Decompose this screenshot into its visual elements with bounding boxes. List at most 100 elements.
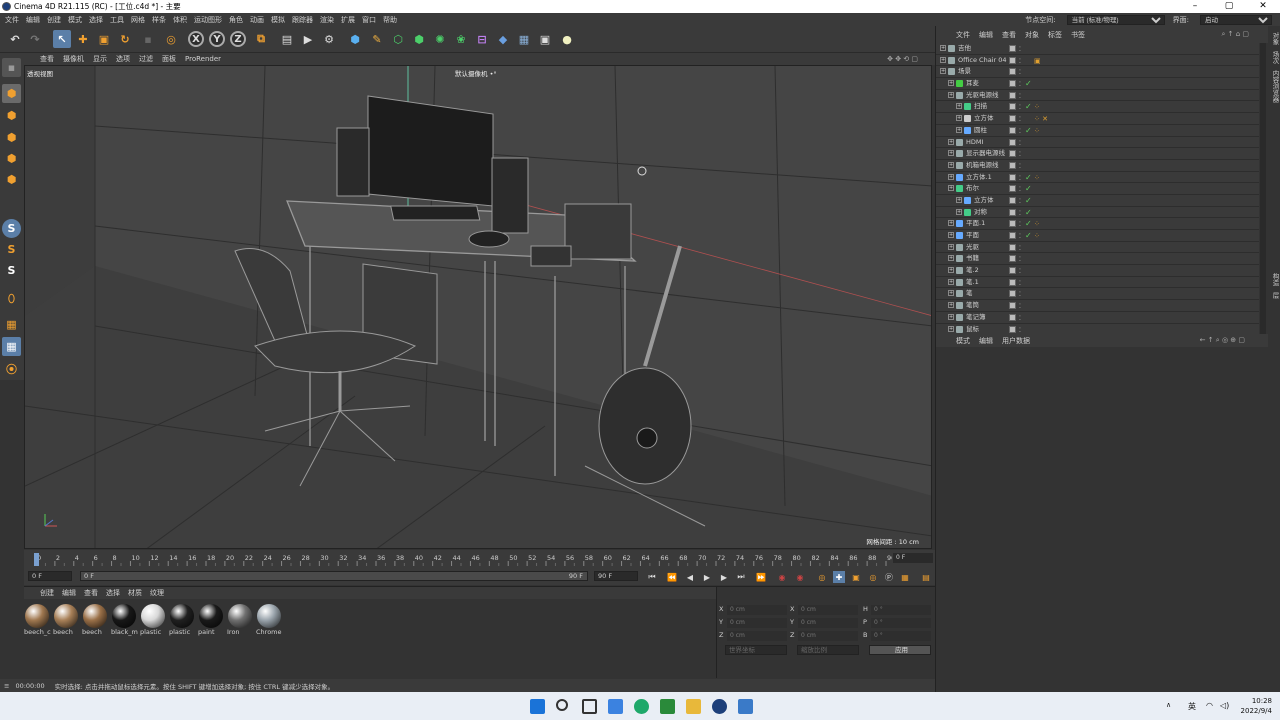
object-tag-icon[interactable]: ⁘ ✕ — [1034, 114, 1048, 125]
object-row[interactable]: + 场景 ⁚ — [936, 66, 1259, 79]
visibility-dots-icon[interactable]: ⁚ — [1019, 102, 1021, 113]
layer-toggle-icon[interactable] — [1009, 302, 1016, 310]
material-menu-select[interactable]: 选择 — [106, 588, 120, 598]
model-mode-icon[interactable]: ⬢ — [2, 84, 21, 103]
maximize-button[interactable]: ▢ — [1212, 0, 1246, 13]
pla-key-icon[interactable]: ▦ — [899, 571, 911, 583]
material-menu-material[interactable]: 材质 — [128, 588, 142, 598]
viewport-menu-panel[interactable]: 面板 — [162, 54, 176, 64]
app-icon[interactable] — [660, 699, 675, 714]
cinema4d-taskbar-icon[interactable] — [712, 699, 727, 714]
polygons-mode-icon[interactable]: ⬢ — [2, 170, 21, 189]
position-key-icon[interactable]: ✚ — [833, 571, 845, 583]
visibility-dots-icon[interactable]: ⁚ — [1019, 173, 1021, 184]
layer-toggle-icon[interactable] — [1009, 56, 1016, 64]
side-tab-layers[interactable]: 层 — [1270, 292, 1280, 299]
timeline-ruler[interactable]: 0 2 4 6 8 10 12 14 16 18 20 22 24 26 28 30 32 34 36 38 40 42 4… — [24, 550, 935, 568]
visibility-dots-icon[interactable]: ⁚ — [1019, 56, 1021, 67]
undo-icon[interactable]: ↶ — [6, 30, 24, 48]
visibility-dots-icon[interactable]: ⁚ — [1019, 161, 1021, 172]
enabled-check-icon[interactable]: ✓ — [1025, 125, 1032, 136]
expand-toggle-icon[interactable]: + — [948, 80, 954, 87]
material-menu-texture[interactable]: 纹理 — [150, 588, 164, 598]
expand-toggle-icon[interactable]: + — [956, 103, 962, 110]
object-list-scrollbar[interactable] — [1260, 43, 1266, 334]
visibility-dots-icon[interactable]: ⁚ — [1019, 289, 1021, 300]
layer-toggle-icon[interactable] — [1009, 278, 1016, 286]
expand-toggle-icon[interactable]: + — [956, 208, 962, 215]
viewport-nav-icons[interactable]: ✥ ✥ ⟲ ▢ — [887, 55, 918, 63]
menu-spline[interactable]: 样条 — [152, 15, 166, 25]
expand-toggle-icon[interactable]: + — [948, 290, 954, 297]
camera-icon[interactable]: ▣ — [536, 30, 554, 48]
expand-toggle-icon[interactable]: + — [940, 68, 946, 75]
previous-frame-icon[interactable]: ◀ — [684, 571, 696, 583]
coordinate-value-field[interactable]: 0 cm — [727, 605, 787, 615]
object-row[interactable]: + 对称 ⁚ ✓ — [936, 206, 1259, 219]
visibility-dots-icon[interactable]: ⁚ — [1019, 208, 1021, 219]
attribute-menu-user-data[interactable]: 用户数据 — [1002, 336, 1030, 346]
input-language[interactable]: 英 — [1188, 701, 1196, 712]
object-name[interactable]: 笔记簿 — [966, 312, 986, 323]
expand-toggle-icon[interactable]: + — [948, 220, 954, 227]
cloner-icon[interactable]: ✺ — [431, 30, 449, 48]
recent-tools-icon[interactable]: ▪ — [139, 30, 157, 48]
layer-toggle-icon[interactable] — [1009, 196, 1016, 204]
attribute-menu-mode[interactable]: 模式 — [956, 336, 970, 346]
extrude-icon[interactable]: ⬢ — [410, 30, 428, 48]
object-name[interactable]: 笔.2 — [966, 265, 979, 276]
layer-toggle-icon[interactable] — [1009, 161, 1016, 169]
layer-toggle-icon[interactable] — [1009, 208, 1016, 216]
search-icon[interactable] — [556, 699, 568, 711]
layer-toggle-icon[interactable] — [1009, 91, 1016, 99]
object-row[interactable]: + 立方体 ⁚ ⁘ ✕ — [936, 113, 1259, 125]
expand-toggle-icon[interactable]: + — [956, 196, 962, 203]
enabled-check-icon[interactable]: ✓ — [1025, 195, 1032, 206]
expand-toggle-icon[interactable]: + — [940, 45, 946, 51]
menu-help[interactable]: 帮助 — [383, 15, 397, 25]
redo-icon[interactable]: ↷ — [26, 30, 44, 48]
object-row[interactable]: + 扫描 ⁚ ✓ ⁘ — [936, 101, 1259, 114]
axis-lock-icon[interactable]: ⦿ — [2, 359, 21, 378]
expand-toggle-icon[interactable]: + — [948, 91, 954, 98]
menu-extensions[interactable]: 扩展 — [341, 15, 355, 25]
expand-toggle-icon[interactable]: + — [948, 243, 954, 250]
object-tag-icon[interactable]: ▣ — [1034, 56, 1041, 67]
material-swatch[interactable]: beech — [53, 604, 81, 636]
object-tag-icon[interactable]: ⁘ — [1034, 173, 1040, 184]
visibility-dots-icon[interactable]: ⁚ — [1019, 126, 1021, 137]
viewport-menu-options[interactable]: 选项 — [116, 54, 130, 64]
y-axis-icon[interactable]: Y — [209, 31, 225, 47]
quantize-icon[interactable]: S — [2, 261, 21, 280]
grid-snap-icon[interactable]: ▦ — [2, 337, 21, 356]
cube-icon[interactable]: ⬢ — [346, 30, 364, 48]
object-list[interactable]: + 吉他 ⁚ + Office Chair 04 ⁚ ▣ + 场景 ⁚ + 耳麦 ⁚ ✓ + 光驱电源线 ⁚ + 扫… — [936, 43, 1259, 334]
layer-toggle-icon[interactable] — [1009, 115, 1016, 123]
expand-toggle-icon[interactable]: + — [948, 150, 954, 157]
coordinate-value-field[interactable]: 0 cm — [727, 618, 787, 628]
object-row[interactable]: + 笔.2 ⁚ — [936, 265, 1259, 277]
visibility-dots-icon[interactable]: ⁚ — [1019, 138, 1021, 149]
workplane-icon[interactable]: ⬯ — [2, 289, 21, 308]
enabled-check-icon[interactable]: ✓ — [1025, 78, 1032, 89]
object-name[interactable]: 立方体.1 — [966, 172, 992, 183]
edge-browser-icon[interactable] — [634, 699, 649, 714]
object-row[interactable]: + 耳麦 ⁚ ✓ — [936, 78, 1259, 90]
object-search-icons[interactable]: ⌕ ↑ ⌂ ▢ — [1221, 30, 1249, 39]
visibility-dots-icon[interactable]: ⁚ — [1019, 325, 1021, 335]
menu-animate[interactable]: 动画 — [250, 15, 264, 25]
object-menu-edit[interactable]: 编辑 — [979, 30, 993, 40]
visibility-dots-icon[interactable]: ⁚ — [1019, 184, 1021, 195]
node-space-select[interactable]: 当前 (标准/物理) — [1066, 14, 1165, 25]
scale-mode-select[interactable]: 缩放比例 — [797, 645, 859, 655]
expand-toggle-icon[interactable]: + — [948, 313, 954, 320]
visibility-dots-icon[interactable]: ⁚ — [1019, 231, 1021, 242]
layer-toggle-icon[interactable] — [1009, 243, 1016, 251]
menu-file[interactable]: 文件 — [5, 15, 19, 25]
texture-mode-icon[interactable]: ⬢ — [2, 106, 21, 125]
object-tag-icon[interactable]: ⁘ — [1034, 102, 1040, 113]
menu-character[interactable]: 角色 — [229, 15, 243, 25]
object-name[interactable]: 布尔 — [966, 183, 979, 194]
object-row[interactable]: + 笔.1 ⁚ — [936, 276, 1259, 289]
object-row[interactable]: + 布尔 ⁚ ✓ — [936, 183, 1259, 195]
